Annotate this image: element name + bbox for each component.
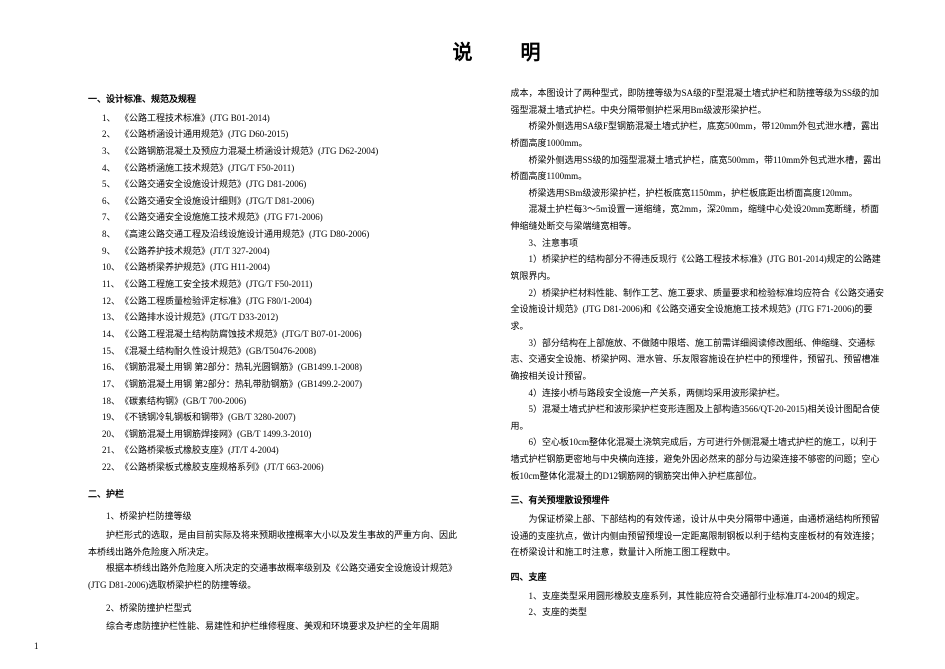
list-item-text: 《公路桥梁养护规范》(JTG H11-2004)	[120, 262, 270, 272]
list-item: 5、《公路交通安全设施设计规范》(JTG D81-2006)	[88, 176, 463, 193]
list-item: 11、《公路工程施工安全技术规范》(JTG/T F50-2011)	[88, 276, 463, 293]
paragraph: 为保证桥梁上部、下部结构的有效传递，设计从中央分隔带中通道，由通桥涵结构所预留设…	[511, 511, 886, 561]
list-item: 4、《公路桥涵施工技术规范》(JTG/T F50-2011)	[88, 160, 463, 177]
list-item-text: 《公路工程质量检验评定标准》(JTG F80/1-2004)	[120, 296, 312, 306]
list-item-text: 《不锈钢冷轧钢板和钢带》(GB/T 3280-2007)	[120, 412, 296, 422]
list-item-text: 《公路桥涵施工技术规范》(JTG/T F50-2011)	[120, 163, 294, 173]
right-column: 成本，本图设计了两种型式，即防撞等级为SA级的F型混凝土墙式护栏和防撞等级为SS…	[511, 85, 886, 649]
note-item: 6）空心板10cm整体化混凝土浇筑完成后，方可进行外侧混凝土墙式护栏的施工，以利…	[511, 434, 886, 484]
paragraph: 护栏形式的选取，是由目前实际及将来预期收撞概率大小以及发生事故的严重方向、因此本…	[88, 527, 463, 560]
note-item: 4）连接小桥与路段安全设施一产关系，两侧均采用波形梁护栏。	[511, 385, 886, 402]
list-item: 1、《公路工程技术标准》(JTG B01-2014)	[88, 110, 463, 127]
list-item: 15、《混凝土结构耐久性设计规范》(GB/T50476-2008)	[88, 343, 463, 360]
list-item-text: 《公路桥梁板式橡胶支座》(JT/T 4-2004)	[120, 445, 279, 455]
paragraph: 成本，本图设计了两种型式，即防撞等级为SA级的F型混凝土墙式护栏和防撞等级为SS…	[511, 85, 886, 118]
list-item-text: 《公路工程施工安全技术规范》(JTG/T F50-2011)	[120, 279, 312, 289]
note-item: 5）混凝土墙式护栏和波形梁护栏变形连图及上部构造3566/QT-20-2015)…	[511, 401, 886, 434]
note-item: 3）部分结构在上部施放、不做随中限塔、施工前需详细阅读修改图纸、伸缩缝、交通标志…	[511, 335, 886, 385]
list-item: 13、《公路排水设计规范》(JTG/T D33-2012)	[88, 309, 463, 326]
list-item: 20、《钢筋混凝土用钢筋焊接网》(GB/T 1499.3-2010)	[88, 426, 463, 443]
page-number: 1	[34, 641, 39, 651]
list-item: 9、《公路养护技术规范》(JT/T 327-2004)	[88, 243, 463, 260]
list-item: 14、《公路工程混凝土结构防腐蚀技术规范》(JTG/T B07-01-2006)	[88, 326, 463, 343]
section-3-heading: 三、有关预埋散设预埋件	[511, 492, 886, 509]
paragraph: 综合考虑防撞护栏性能、易建性和护栏维修程度、美观和环境要求及护栏的全年周期	[88, 618, 463, 635]
list-item: 16、《钢筋混凝土用钢 第2部分：热轧光圆钢筋》(GB1499.1-2008)	[88, 359, 463, 376]
list-item-text: 《钢筋混凝土用钢 第2部分：热轧光圆钢筋》(GB1499.1-2008)	[120, 362, 362, 372]
paragraph: 桥梁外侧选用SS级的加强型混凝土墙式护栏，底宽500mm，带110mm外包式泄水…	[511, 152, 886, 185]
list-item-text: 《公路交通安全设施设计规范》(JTG D81-2006)	[120, 179, 306, 189]
section-4-heading: 四、支座	[511, 569, 886, 586]
left-column: 一、设计标准、规范及规程 1、《公路工程技术标准》(JTG B01-2014) …	[88, 85, 463, 649]
paragraph: 1、支座类型采用圆形橡胶支座系列，其性能应符合交通部行业标准JT4-2004的规…	[511, 588, 886, 605]
paragraph: 桥梁选用SBm级波形梁护栏，护栏板底宽1150mm，护栏板底距出桥面高度120m…	[511, 185, 886, 202]
list-item: 2、《公路桥涵设计通用规范》(JTG D60-2015)	[88, 126, 463, 143]
paragraph: 桥梁外侧选用SA级F型钢筋混凝土墙式护栏，底宽500mm，带120mm外包式泄水…	[511, 118, 886, 151]
section-2-2-heading: 2、桥梁防撞护栏型式	[88, 600, 463, 617]
list-item-text: 《混凝土结构耐久性设计规范》(GB/T50476-2008)	[120, 346, 316, 356]
paragraph: 2、支座的类型	[511, 604, 886, 621]
list-item-text: 《碳素结构钢》(GB/T 700-2006)	[120, 396, 246, 406]
list-item-text: 《公路桥涵设计通用规范》(JTG D60-2015)	[120, 129, 288, 139]
paragraph: 根据本桥线出路外危险度入所决定的交通事故概率级别及《公路交通安全设施设计规范》(…	[88, 560, 463, 593]
list-item-text: 《高速公路交通工程及沿线设施设计通用规范》(JTG D80-2006)	[120, 229, 369, 239]
note-item: 2）桥梁护栏材料性能、制作工艺、施工要求、质量要求和检验标准均应符合《公路交通安…	[511, 285, 886, 335]
paragraph: 混凝土护栏每3～5m设置一道缩缝，宽2mm，深20mm，缩缝中心处设20mm宽断…	[511, 201, 886, 234]
list-item-text: 《公路交通安全设施设计细则》(JTG/T D81-2006)	[120, 196, 314, 206]
list-item: 10、《公路桥梁养护规范》(JTG H11-2004)	[88, 259, 463, 276]
list-item: 3、《公路钢筋混凝土及预应力混凝土桥涵设计规范》(JTG D62-2004)	[88, 143, 463, 160]
section-2-1-heading: 1、桥梁护栏防撞等级	[88, 508, 463, 525]
list-item: 7、《公路交通安全设施施工技术规范》(JTG F71-2006)	[88, 209, 463, 226]
list-item-text: 《钢筋混凝土用钢筋焊接网》(GB/T 1499.3-2010)	[120, 429, 311, 439]
list-item: 22、《公路桥梁板式橡胶支座规格系列》(JT/T 663-2006)	[88, 459, 463, 476]
section-1-heading: 一、设计标准、规范及规程	[88, 91, 463, 108]
list-item-text: 《公路养护技术规范》(JT/T 327-2004)	[120, 246, 270, 256]
list-item: 6、《公路交通安全设施设计细则》(JTG/T D81-2006)	[88, 193, 463, 210]
list-item: 12、《公路工程质量检验评定标准》(JTG F80/1-2004)	[88, 293, 463, 310]
list-item-text: 《钢筋混凝土用钢 第2部分：热轧带肋钢筋》(GB1499.2-2007)	[120, 379, 362, 389]
list-item: 8、《高速公路交通工程及沿线设施设计通用规范》(JTG D80-2006)	[88, 226, 463, 243]
list-item: 17、《钢筋混凝土用钢 第2部分：热轧带肋钢筋》(GB1499.2-2007)	[88, 376, 463, 393]
columns: 一、设计标准、规范及规程 1、《公路工程技术标准》(JTG B01-2014) …	[88, 85, 885, 649]
notes-heading: 3、注意事项	[511, 235, 886, 252]
list-item-text: 《公路桥梁板式橡胶支座规格系列》(JT/T 663-2006)	[120, 462, 324, 472]
list-item: 19、《不锈钢冷轧钢板和钢带》(GB/T 3280-2007)	[88, 409, 463, 426]
page-title: 说明	[0, 36, 945, 65]
list-item-text: 《公路钢筋混凝土及预应力混凝土桥涵设计规范》(JTG D62-2004)	[120, 146, 378, 156]
list-item-text: 《公路排水设计规范》(JTG/T D33-2012)	[120, 312, 278, 322]
list-item-text: 《公路工程混凝土结构防腐蚀技术规范》(JTG/T B07-01-2006)	[120, 329, 362, 339]
list-item-text: 《公路工程技术标准》(JTG B01-2014)	[120, 113, 270, 123]
list-item: 18、《碳素结构钢》(GB/T 700-2006)	[88, 393, 463, 410]
list-item: 21、《公路桥梁板式橡胶支座》(JT/T 4-2004)	[88, 442, 463, 459]
list-item-text: 《公路交通安全设施施工技术规范》(JTG F71-2006)	[120, 212, 323, 222]
note-item: 1）桥梁护栏的结构部分不得违反现行《公路工程技术标准》(JTG B01-2014…	[511, 251, 886, 284]
document-page: 说明 一、设计标准、规范及规程 1、《公路工程技术标准》(JTG B01-201…	[0, 0, 945, 669]
section-2-heading: 二、护栏	[88, 486, 463, 503]
